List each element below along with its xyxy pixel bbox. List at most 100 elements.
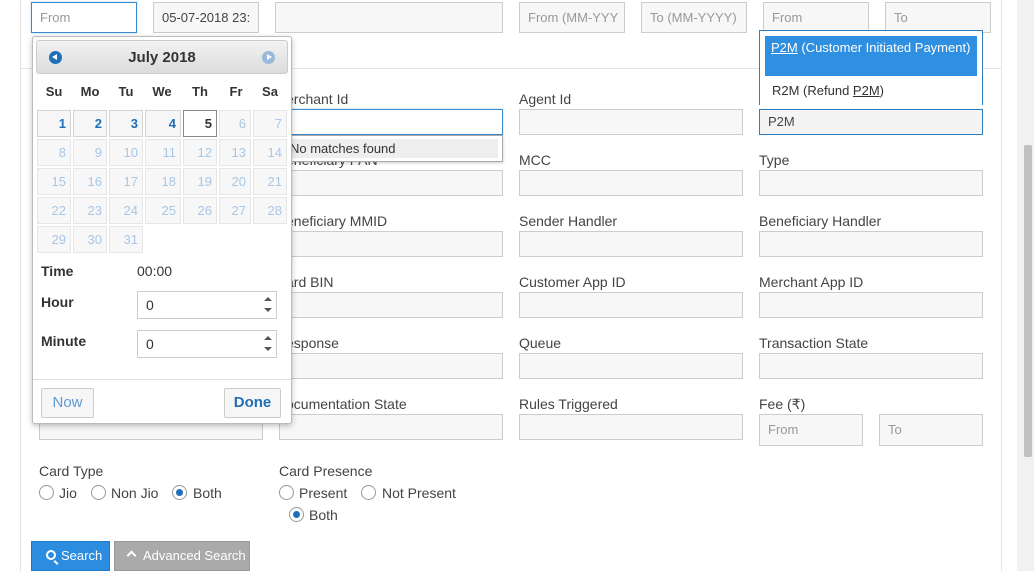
sender-handler-input[interactable] (519, 231, 743, 257)
calendar-day: 30 (73, 226, 107, 253)
spin-down-icon[interactable] (264, 347, 272, 351)
customer-app-id-label: Customer App ID (519, 274, 626, 290)
dropdown-option-p2m[interactable]: P2M (Customer Initiated Payment) (765, 36, 977, 76)
option-p2m-code: P2M (771, 40, 798, 55)
card-presence-notpresent-text: Not Present (382, 485, 456, 501)
calendar-day: 29 (37, 226, 71, 253)
spin-up-icon[interactable] (264, 336, 272, 340)
merchant-app-id-input[interactable] (759, 292, 983, 318)
calendar-day[interactable]: 5 (183, 110, 217, 137)
spin-down-icon[interactable] (264, 308, 272, 312)
search-icon (46, 550, 56, 560)
option-p2m-text: (Customer Initiated Payment) (797, 40, 971, 55)
weekday-header: Su (45, 84, 63, 99)
weekday-header: We (152, 84, 172, 99)
customer-app-id-input[interactable] (519, 292, 743, 318)
type-dropdown-menu: P2M (Customer Initiated Payment) R2M (Re… (759, 30, 983, 105)
type-input[interactable] (759, 170, 983, 196)
merchant-id-input[interactable] (279, 109, 503, 135)
calendar-day: 18 (145, 168, 181, 195)
range-from-input[interactable]: From (763, 2, 869, 33)
weekday-header: Th (192, 84, 208, 99)
done-button[interactable]: Done (224, 388, 281, 418)
calendar-day[interactable]: 4 (145, 110, 181, 137)
mcc-input[interactable] (519, 170, 743, 196)
card-bin-input[interactable] (279, 292, 503, 318)
time-value: 00:00 (137, 263, 173, 279)
documentation-state-input[interactable] (279, 414, 503, 440)
calendar-day: 21 (253, 168, 287, 195)
panel-border-left (20, 0, 21, 571)
agent-id-input[interactable] (519, 109, 743, 135)
hour-value: 0 (146, 297, 154, 313)
spin-up-icon[interactable] (264, 297, 272, 301)
calendar-day[interactable]: 2 (73, 110, 107, 137)
card-type-both-radio[interactable] (172, 485, 187, 500)
card-presence-both-radio[interactable] (289, 507, 304, 522)
card-presence-present-text: Present (299, 485, 348, 501)
card-type-nonjio-radio[interactable] (91, 485, 106, 500)
scrollbar-thumb[interactable] (1024, 145, 1032, 457)
minute-stepper[interactable]: 0 (137, 330, 277, 358)
beneficiary-handler-label: Beneficiary Handler (759, 213, 882, 229)
card-type-jio-text: Jio (59, 485, 77, 501)
calendar-day: 26 (183, 197, 217, 224)
hour-stepper[interactable]: 0 (137, 291, 277, 319)
calendar-day: 31 (109, 226, 143, 253)
beneficiary-mmid-input[interactable] (279, 231, 503, 257)
transaction-state-label: Transaction State (759, 335, 869, 351)
calendar-day: 24 (109, 197, 143, 224)
now-button[interactable]: Now (41, 388, 94, 418)
card-type-label: Card Type (39, 463, 104, 479)
merchant-id-label: erchant Id (286, 91, 349, 107)
beneficiary-mmid-label: eneficiary MMID (286, 213, 388, 229)
rules-triggered-label: Rules Triggered (519, 396, 618, 412)
next-month-icon[interactable] (262, 51, 275, 64)
month-from-input[interactable]: From (MM-YYY (519, 2, 625, 33)
beneficiary-handler-input[interactable] (759, 231, 983, 257)
response-input[interactable] (279, 353, 503, 379)
response-label: esponse (286, 335, 339, 351)
time-label: Time (41, 263, 74, 279)
calendar-day[interactable]: 1 (37, 110, 71, 137)
hour-label: Hour (41, 294, 74, 310)
date-to-input[interactable]: 05-07-2018 23: (153, 2, 259, 33)
documentation-state-label: ocumentation State (286, 396, 407, 412)
search-text-input[interactable] (275, 2, 503, 33)
card-type-jio-radio[interactable] (39, 485, 54, 500)
beneficiary-pan-input[interactable] (279, 170, 503, 196)
type-select-field[interactable]: P2M (759, 109, 983, 135)
fee-to-input[interactable]: To (879, 414, 983, 446)
card-presence-label: Card Presence (279, 463, 373, 479)
card-type-both-text: Both (193, 485, 222, 501)
agent-id-label: Agent Id (519, 91, 572, 107)
calendar-day: 19 (183, 168, 217, 195)
calendar-day: 10 (109, 139, 143, 166)
fee-from-input[interactable]: From (759, 414, 863, 446)
calendar-day: 12 (183, 139, 217, 166)
card-presence-present-radio[interactable] (279, 485, 294, 500)
option-r2m-suffix: ) (879, 83, 884, 98)
transaction-state-input[interactable] (759, 353, 983, 379)
datepicker-month-title: July 2018 (128, 49, 196, 66)
calendar-day: 25 (145, 197, 181, 224)
calendar-day[interactable]: 3 (109, 110, 143, 137)
no-matches-item: No matches found (284, 139, 498, 158)
queue-input[interactable] (519, 353, 743, 379)
card-presence-notpresent-radio[interactable] (361, 485, 376, 500)
type-label: Type (759, 152, 790, 168)
minute-spinner-arrows[interactable] (262, 333, 274, 355)
advanced-search-button[interactable]: Advanced Search (114, 541, 250, 571)
search-button-label: Search (61, 548, 103, 563)
calendar-day: 17 (109, 168, 143, 195)
search-button[interactable]: Search (31, 541, 110, 571)
date-from-input[interactable]: From (31, 2, 137, 33)
rules-triggered-input[interactable] (519, 414, 743, 440)
hour-spinner-arrows[interactable] (262, 294, 274, 316)
minute-value: 0 (146, 336, 154, 352)
month-to-input[interactable]: To (MM-YYYY) (641, 2, 747, 33)
merchant-app-id-label: Merchant App ID (759, 274, 864, 290)
range-to-input[interactable]: To (885, 2, 991, 33)
dropdown-option-r2m[interactable]: R2M (Refund P2M) (772, 83, 884, 98)
calendar-day: 23 (73, 197, 107, 224)
